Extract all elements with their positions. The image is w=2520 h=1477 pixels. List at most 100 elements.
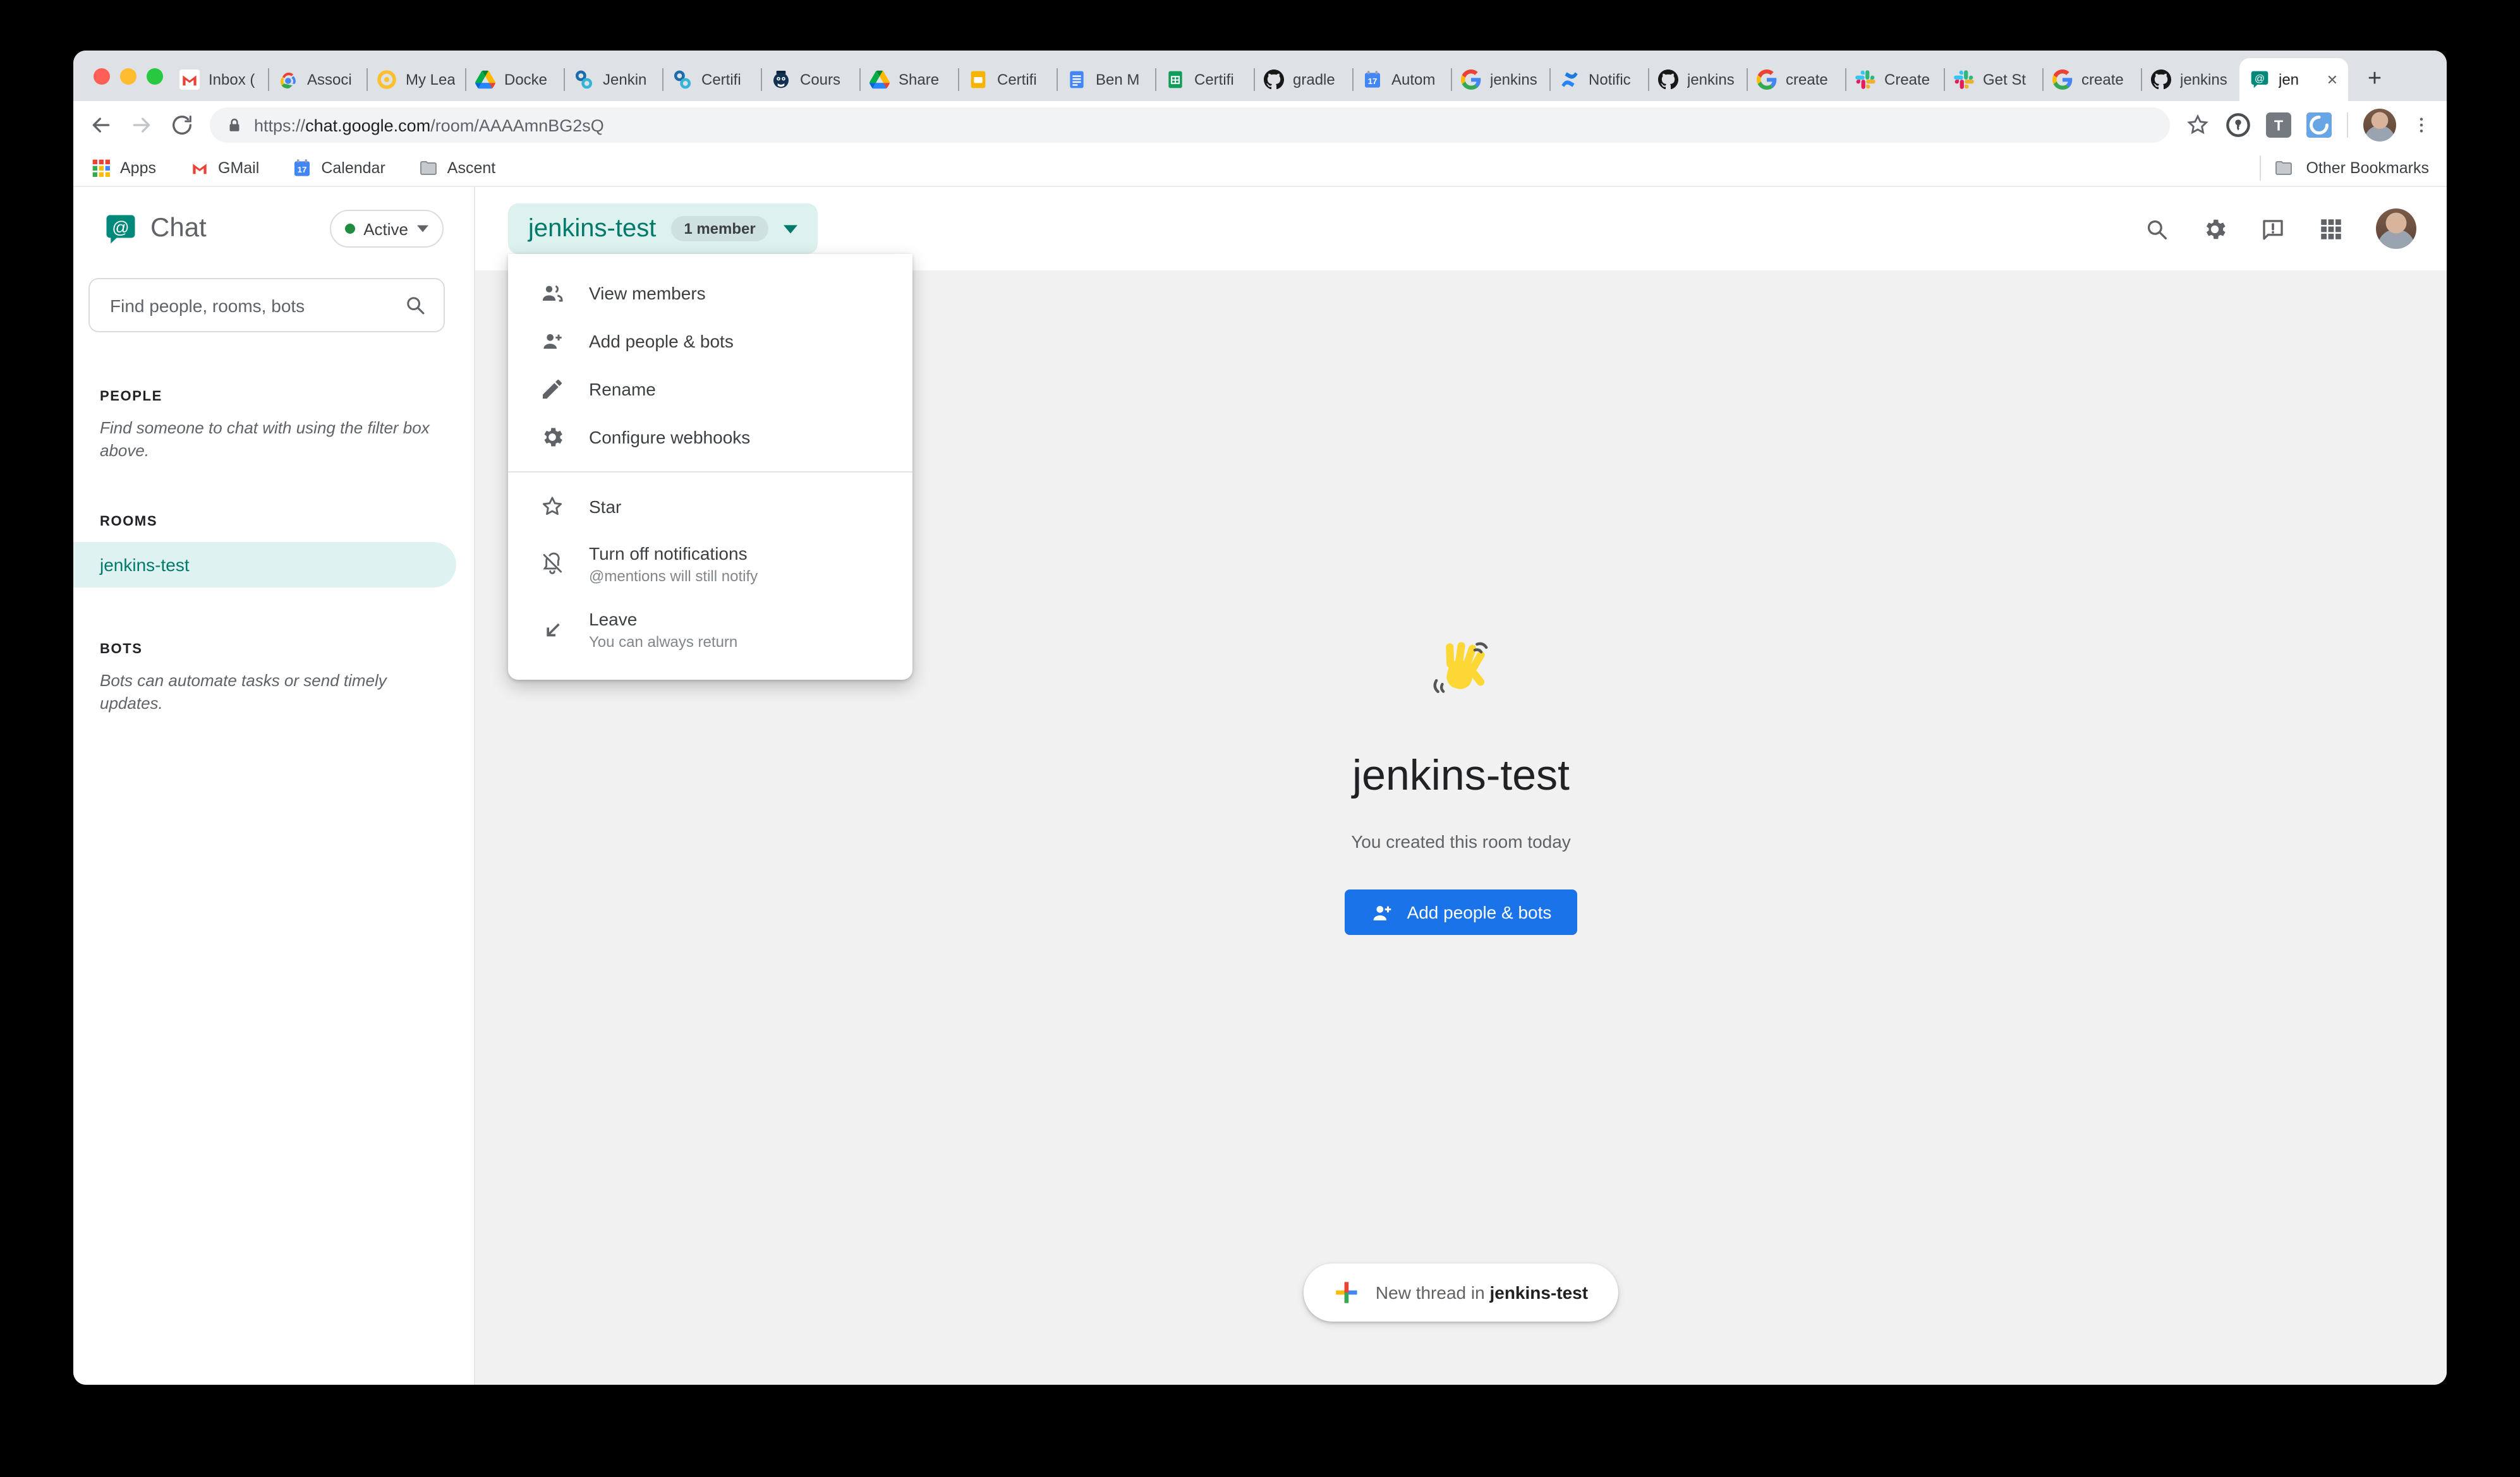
search-input[interactable] (88, 278, 445, 332)
menu-item-label: Star (589, 497, 621, 517)
browser-tab-12[interactable]: gradle (1254, 58, 1352, 101)
menu-item-view-members[interactable]: View members (508, 269, 912, 317)
search-icon[interactable] (2143, 215, 2170, 242)
bookmark-calendar[interactable]: 17Calendar (292, 157, 385, 178)
chrome-menu-icon[interactable] (2411, 115, 2432, 135)
bots-empty-hint: Bots can automate tasks or send timely u… (100, 670, 436, 714)
add-people-bots-label: Add people & bots (1407, 902, 1552, 922)
menu-item-configure-webhooks[interactable]: Configure webhooks (508, 413, 912, 461)
gear-icon[interactable] (2202, 215, 2228, 242)
status-selector[interactable]: Active (329, 210, 444, 248)
address-bar[interactable]: https://chat.google.com/room/AAAAmnBG2sQ (210, 107, 2170, 143)
pencil-icon (540, 377, 565, 402)
menu-item-turn-off-notifications[interactable]: Turn off notifications@mentions will sti… (508, 531, 912, 596)
sidebar-item-jenkins-test[interactable]: jenkins-test (73, 542, 456, 588)
browser-tab-1[interactable]: Inbox ( (169, 58, 268, 101)
slides-icon (968, 69, 988, 90)
bookmark-ascent[interactable]: Ascent (418, 157, 495, 178)
minimize-window-button[interactable] (120, 68, 136, 85)
browser-tab-14[interactable]: jenkins (1451, 58, 1549, 101)
browser-tab-16[interactable]: jenkins (1648, 58, 1747, 101)
github-icon (2151, 69, 2171, 90)
zoom-window-button[interactable] (147, 68, 163, 85)
swirl-ext-icon[interactable] (2306, 112, 2332, 138)
menu-item-leave[interactable]: Leave You can always return (508, 596, 912, 662)
toolbar-separator (2347, 112, 2348, 138)
url-text: https://chat.google.com/room/AAAAmnBG2sQ (254, 116, 604, 135)
browser-tab-19[interactable]: Get St (1944, 58, 2042, 101)
menu-item-sublabel: You can always return (589, 632, 737, 650)
browser-tab-6[interactable]: Certifi (662, 58, 761, 101)
status-label: Active (363, 219, 408, 238)
person-add-icon (540, 329, 565, 354)
menu-item-label: Leave (589, 608, 737, 629)
browser-tab-18[interactable]: Create (1845, 58, 1944, 101)
calendar-icon: 17 (1362, 69, 1383, 90)
folder-icon (2273, 157, 2293, 178)
grid9-icon[interactable] (2318, 215, 2344, 242)
other-bookmarks-label[interactable]: Other Bookmarks (2306, 159, 2429, 176)
skillsoft-icon (672, 69, 693, 90)
browser-tab-9[interactable]: Certifi (958, 58, 1057, 101)
user-avatar[interactable] (2376, 208, 2416, 249)
menu-item-rename[interactable]: Rename (508, 365, 912, 413)
browser-tab-7[interactable]: Cours (761, 58, 859, 101)
confluence-icon (1560, 69, 1580, 90)
screen: Inbox (AssociMy LeaDockeJenkinCertifiCou… (0, 0, 2520, 1477)
close-window-button[interactable] (94, 68, 110, 85)
menu-item-add-people-bots[interactable]: Add people & bots (508, 317, 912, 365)
yellow-ring-icon (377, 69, 397, 90)
svg-text:T: T (2274, 117, 2283, 133)
browser-tab-15[interactable]: Notific (1549, 58, 1648, 101)
room-menu-button[interactable]: jenkins-test 1 member (508, 203, 818, 254)
forward-icon[interactable] (129, 112, 154, 138)
browser-tab-3[interactable]: My Lea (366, 58, 465, 101)
tab-title: Inbox ( (209, 71, 258, 88)
bookmark-apps[interactable]: Apps (91, 157, 156, 178)
tab-title: Cours (800, 71, 849, 88)
back-icon[interactable] (88, 112, 114, 138)
reload-icon[interactable] (169, 112, 195, 138)
new-thread-label: New thread in jenkins-test (1376, 1282, 1588, 1303)
svg-text:17: 17 (1368, 76, 1378, 86)
browser-tab-13[interactable]: 17Autom (1352, 58, 1451, 101)
skillsoft-icon (574, 69, 594, 90)
tab-title: jenkins (1490, 71, 1539, 88)
tab-title: Notific (1589, 71, 1638, 88)
browser-tab-22-active[interactable]: @ jen✕ (2239, 58, 2348, 101)
text-ext-icon[interactable]: T (2266, 112, 2291, 138)
browser-tab-17[interactable]: create (1747, 58, 1845, 101)
bookmark-gmail[interactable]: GMail (189, 157, 259, 178)
gchat-icon: @ (2250, 69, 2270, 90)
google-g-icon (1757, 69, 1777, 90)
browser-tab-11[interactable]: Certifi (1155, 58, 1254, 101)
onepassword-icon[interactable] (2226, 112, 2251, 138)
slack-icon (1855, 69, 1875, 90)
room-title: jenkins-test (475, 752, 2447, 801)
browser-tab-4[interactable]: Docke (465, 58, 564, 101)
tab-title: Certifi (1194, 71, 1244, 88)
menu-item-star[interactable]: Star (508, 483, 912, 531)
menu-item-label: Add people & bots (589, 331, 734, 351)
tab-title: jen (2279, 71, 2324, 88)
feedback-icon[interactable] (2260, 215, 2286, 242)
browser-tab-5[interactable]: Jenkin (564, 58, 662, 101)
tab-title: Ben M (1096, 71, 1145, 88)
member-count-badge: 1 member (671, 216, 768, 241)
new-thread-button[interactable]: New thread in jenkins-test (1304, 1263, 1618, 1322)
tab-close-icon[interactable]: ✕ (2327, 71, 2338, 88)
gcloud-icon (278, 69, 298, 90)
tab-title: Share (899, 71, 948, 88)
browser-tab-8[interactable]: Share (859, 58, 958, 101)
add-people-bots-button[interactable]: Add people & bots (1345, 889, 1577, 935)
waving-hand-icon (1427, 637, 1495, 705)
browser-tab-2[interactable]: Associ (268, 58, 366, 101)
chevron-down-icon (417, 225, 428, 232)
new-tab-button[interactable]: + (2358, 63, 2391, 96)
browser-profile-avatar[interactable] (2363, 109, 2396, 142)
bookmark-star-icon[interactable] (2185, 112, 2210, 138)
browser-tab-21[interactable]: jenkins (2141, 58, 2239, 101)
status-dot-icon (344, 224, 354, 234)
browser-tab-20[interactable]: create (2042, 58, 2141, 101)
browser-tab-10[interactable]: Ben M (1057, 58, 1155, 101)
